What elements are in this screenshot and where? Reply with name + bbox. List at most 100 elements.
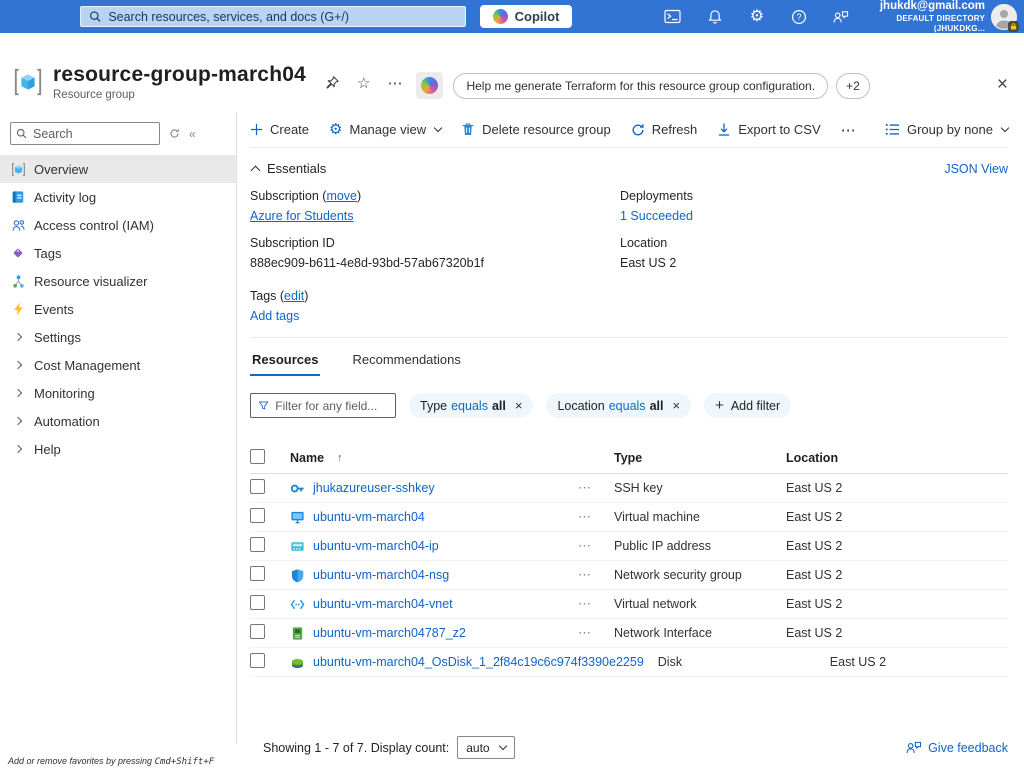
- subscription-label: Subscription (move): [250, 189, 620, 203]
- nic-icon: [290, 626, 305, 641]
- resource-link[interactable]: ubuntu-vm-march04-ip: [313, 539, 439, 553]
- row-more-icon[interactable]: ⋯: [578, 509, 614, 525]
- sidebar-group-label: Settings: [34, 330, 81, 345]
- sidebar-item-events[interactable]: Events: [0, 295, 236, 323]
- sidebar-group-automation[interactable]: Automation: [0, 407, 236, 435]
- resource-link[interactable]: jhukazureuser-sshkey: [313, 481, 435, 495]
- sidebar-group-label: Cost Management: [34, 358, 140, 373]
- trash-icon: [461, 122, 475, 137]
- resource-link[interactable]: ubuntu-vm-march04_OsDisk_1_2f84c19c6c974…: [313, 655, 644, 669]
- display-count-select[interactable]: auto: [457, 736, 514, 759]
- group-by-label: Group by none: [907, 122, 993, 137]
- row-more-icon[interactable]: ⋯: [578, 567, 614, 583]
- add-filter-button[interactable]: + Add filter: [704, 393, 791, 418]
- chevron-down-icon: [434, 124, 442, 132]
- feedback-icon[interactable]: [832, 8, 849, 25]
- refresh-button[interactable]: Refresh: [631, 122, 698, 137]
- select-all-checkbox[interactable]: [250, 449, 265, 464]
- location-label: Location: [620, 236, 1008, 250]
- sidebar-item-tags[interactable]: Tags: [0, 239, 236, 267]
- row-more-icon[interactable]: ⋯: [578, 538, 614, 554]
- edit-tags-link[interactable]: edit: [284, 289, 304, 303]
- json-view-link[interactable]: JSON View: [944, 162, 1008, 176]
- column-header-type[interactable]: Type: [614, 451, 786, 465]
- sidebar-search-input[interactable]: [10, 122, 160, 145]
- manage-view-button[interactable]: ⚙ Manage view: [329, 122, 441, 137]
- sidebar-item-label: Activity log: [34, 190, 96, 205]
- account-info[interactable]: jhukdk@gmail.com DEFAULT DIRECTORY (JHUK…: [849, 0, 985, 34]
- row-checkbox[interactable]: [250, 508, 265, 523]
- copilot-button[interactable]: Copilot: [480, 5, 573, 28]
- copilot-button-label: Copilot: [515, 9, 560, 24]
- resource-type: Disk: [658, 655, 830, 669]
- row-more-icon[interactable]: ⋯: [578, 625, 614, 641]
- resource-link[interactable]: ubuntu-vm-march04: [313, 510, 425, 524]
- row-checkbox[interactable]: [250, 595, 265, 610]
- pin-icon[interactable]: [324, 75, 340, 91]
- resource-link[interactable]: ubuntu-vm-march04-nsg: [313, 568, 449, 582]
- tab-recommendations[interactable]: Recommendations: [350, 344, 462, 376]
- sidebar-item-overview[interactable]: Overview: [0, 155, 236, 183]
- sidebar-group-help[interactable]: Help: [0, 435, 236, 463]
- resource-type: Virtual network: [614, 597, 786, 611]
- group-by-button[interactable]: Group by none: [885, 122, 1008, 137]
- filter-field-box[interactable]: [250, 393, 396, 418]
- resource-link[interactable]: ubuntu-vm-march04-vnet: [313, 597, 453, 611]
- tab-bar: Resources Recommendations: [250, 344, 1008, 376]
- sidebar-group-monitoring[interactable]: Monitoring: [0, 379, 236, 407]
- remove-filter-icon[interactable]: ×: [515, 398, 523, 413]
- subscription-link[interactable]: Azure for Students: [250, 209, 354, 223]
- tab-resources[interactable]: Resources: [250, 344, 320, 376]
- notifications-bell-icon[interactable]: [706, 8, 723, 25]
- more-actions-icon[interactable]: ⋯: [387, 76, 402, 91]
- column-header-location[interactable]: Location: [786, 451, 1008, 465]
- move-link[interactable]: move: [326, 189, 357, 203]
- events-icon: [10, 301, 26, 317]
- content-area: Create ⚙ Manage view Delete resource gro…: [238, 112, 1024, 772]
- help-icon[interactable]: ?: [790, 8, 807, 25]
- cloud-shell-icon[interactable]: [664, 8, 681, 25]
- close-blade-icon[interactable]: ×: [997, 75, 1008, 94]
- row-checkbox[interactable]: [250, 537, 265, 552]
- filter-pill-location[interactable]: Location equals all ×: [546, 393, 691, 418]
- row-checkbox[interactable]: [250, 653, 265, 668]
- sidebar-item-label: Resource visualizer: [34, 274, 147, 289]
- deployments-link[interactable]: 1 Succeeded: [620, 209, 693, 223]
- essentials-title[interactable]: Essentials: [267, 161, 326, 176]
- sidebar-item-activity-log[interactable]: Activity log: [0, 183, 236, 211]
- row-more-icon[interactable]: ⋯: [578, 480, 614, 496]
- copilot-suggestion-pill[interactable]: Help me generate Terraform for this reso…: [453, 73, 828, 99]
- sidebar-item-resource-visualizer[interactable]: Resource visualizer: [0, 267, 236, 295]
- favorite-star-icon[interactable]: ☆: [357, 76, 370, 91]
- filter-pill-type[interactable]: Type equals all ×: [409, 393, 533, 418]
- reset-icon[interactable]: [169, 128, 180, 139]
- account-directory: DEFAULT DIRECTORY (JHUKDKG...: [849, 14, 985, 34]
- resource-link[interactable]: ubuntu-vm-march04787_z2: [313, 626, 466, 640]
- row-more-icon[interactable]: ⋯: [578, 596, 614, 612]
- filter-input[interactable]: [275, 399, 388, 413]
- sidebar-item-access-control[interactable]: Access control (IAM): [0, 211, 236, 239]
- row-checkbox[interactable]: [250, 479, 265, 494]
- main-area: « Overview Activity log Access control (…: [0, 112, 1024, 772]
- row-checkbox[interactable]: [250, 566, 265, 581]
- remove-filter-icon[interactable]: ×: [672, 398, 680, 413]
- table-row: jhukazureuser-sshkey ⋯ SSH key East US 2: [250, 474, 1008, 503]
- sidebar-group-cost-management[interactable]: Cost Management: [0, 351, 236, 379]
- sidebar-group-settings[interactable]: Settings: [0, 323, 236, 351]
- column-header-name[interactable]: Name↑: [290, 451, 578, 465]
- toolbar-more-icon[interactable]: ⋯: [841, 121, 857, 139]
- add-tags-link[interactable]: Add tags: [250, 309, 299, 323]
- avatar[interactable]: [991, 4, 1017, 30]
- create-button[interactable]: Create: [250, 122, 309, 137]
- settings-gear-icon[interactable]: ⚙: [748, 8, 765, 25]
- collapse-essentials-icon[interactable]: [251, 165, 261, 175]
- azure-search-box[interactable]: [80, 6, 466, 27]
- export-to-csv-button[interactable]: Export to CSV: [717, 122, 820, 137]
- delete-resource-group-button[interactable]: Delete resource group: [461, 122, 611, 137]
- give-feedback-link[interactable]: Give feedback: [905, 740, 1008, 755]
- azure-search-input[interactable]: [108, 10, 456, 24]
- collapse-menu-icon[interactable]: «: [189, 127, 196, 141]
- copilot-suggestions-button[interactable]: [416, 72, 443, 99]
- row-checkbox[interactable]: [250, 624, 265, 639]
- more-suggestions-pill[interactable]: +2: [836, 73, 870, 99]
